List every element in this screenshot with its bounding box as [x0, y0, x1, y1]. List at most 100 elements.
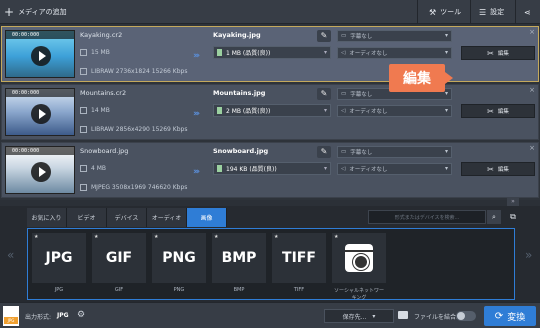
subtitle-select[interactable]: ▭ 字幕なし ▾ — [337, 30, 452, 42]
audio-select[interactable]: ◁ オーディオなし ▾ — [337, 105, 452, 117]
rename-pen-icon[interactable]: ✎ — [317, 88, 331, 100]
speaker-icon: ◁ — [341, 166, 346, 172]
convert-arrow-icon: ››› — [193, 51, 200, 61]
collapse-panel-icon[interactable]: » — [507, 198, 519, 206]
star-icon: ★ — [34, 234, 39, 240]
tab-video[interactable]: ビデオ — [67, 208, 107, 227]
chevron-down-icon: ▾ — [444, 165, 448, 172]
source-size: 14 MB — [80, 107, 110, 114]
plus-icon: + — [4, 5, 15, 19]
document-icon — [217, 49, 222, 56]
format-social[interactable]: ★ ソーシャルネットワーキング — [332, 233, 386, 301]
document-icon — [217, 165, 222, 172]
format-card: ★ BMP — [212, 233, 266, 283]
audio-select[interactable]: ◁ オーディオなし ▾ — [337, 47, 452, 59]
convert-arrow-icon: ››› — [193, 109, 200, 119]
play-icon[interactable] — [31, 104, 51, 124]
remove-file-icon[interactable]: × — [529, 144, 535, 152]
share-button[interactable]: ⋖ — [519, 3, 536, 21]
output-filename: Kayaking.jpg — [213, 31, 261, 39]
merge-files-toggle[interactable] — [456, 311, 476, 321]
chevron-down-icon: ▾ — [444, 32, 448, 39]
convert-button[interactable]: ⟳ 変換 — [484, 306, 536, 326]
tab-images[interactable]: 画像 — [187, 208, 227, 227]
format-label: JPG — [54, 287, 64, 293]
output-format-select[interactable]: 194 KB (品質(良)) ▾ — [213, 162, 331, 175]
source-size-value: 4 MB — [91, 165, 107, 172]
device-detect-icon[interactable]: ⧉ — [506, 210, 520, 224]
edit-label: 編集 — [497, 51, 509, 57]
rename-pen-icon[interactable]: ✎ — [317, 146, 331, 158]
source-info-value: LIBRAW 2736x1824 15266 Kbps — [91, 68, 188, 75]
scissors-icon: ✂ — [487, 48, 494, 58]
star-icon: ★ — [334, 234, 339, 240]
tab-favorites[interactable]: お気に入り — [27, 208, 67, 227]
remove-file-icon[interactable]: × — [529, 86, 535, 94]
format-gif[interactable]: ★ GIF GIF — [92, 233, 146, 297]
search-icon[interactable]: ⌕ — [487, 210, 501, 224]
edit-button[interactable]: ✂ 編集 — [461, 162, 535, 176]
rename-pen-icon[interactable]: ✎ — [317, 30, 331, 42]
menu-icon: ☰ — [479, 7, 487, 17]
format-tiff[interactable]: ★ TIFF TIFF — [272, 233, 326, 297]
output-format-select[interactable]: 2 MB (品質(良)) ▾ — [213, 104, 331, 117]
camera-icon — [345, 244, 373, 272]
format-search-input[interactable]: 形式またはデバイスを検索... — [368, 210, 486, 224]
source-size: 4 MB — [80, 165, 106, 172]
remove-file-icon[interactable]: × — [529, 28, 535, 36]
audio-select[interactable]: ◁ オーディオなし ▾ — [337, 163, 452, 175]
chevron-down-icon: ▾ — [323, 165, 327, 172]
output-format-select[interactable]: 1 MB (品質(良)) ▾ — [213, 46, 331, 59]
speaker-icon: ◁ — [341, 108, 346, 114]
edit-button[interactable]: ✂ 編集 — [461, 46, 535, 60]
format-bmp[interactable]: ★ BMP BMP — [212, 233, 266, 297]
tab-audio[interactable]: オーディオ — [147, 208, 187, 227]
subtitle-select[interactable]: ▭ 字幕なし ▾ — [337, 146, 452, 158]
add-media-button[interactable]: + メディアの追加 — [4, 4, 67, 20]
format-jpg[interactable]: ★ JPG JPG — [32, 233, 86, 297]
save-to-select[interactable]: 保存先... ▾ — [324, 309, 394, 323]
time-label: 00:00:000 — [6, 31, 74, 39]
scroll-right-icon[interactable]: » — [525, 248, 532, 262]
format-card: ★ PNG — [152, 233, 206, 283]
tools-button[interactable]: ⚒ ツール — [424, 3, 466, 21]
format-label: PNG — [173, 287, 185, 293]
gear-icon[interactable]: ⚙ — [77, 310, 85, 320]
play-icon[interactable] — [31, 162, 51, 182]
thumbnail[interactable]: 00:00:000 — [5, 88, 75, 136]
format-card-text: PNG — [162, 250, 196, 266]
thumbnail[interactable]: 00:00:000 — [5, 146, 75, 194]
file-row[interactable]: 00:00:000 Snowboard.jpg 4 MB MJPEG 3508x… — [1, 142, 539, 198]
settings-label: 設定 — [490, 8, 505, 16]
output-format-icon[interactable] — [3, 306, 19, 326]
folder-icon[interactable] — [398, 311, 408, 319]
edit-button[interactable]: ✂ 編集 — [461, 104, 535, 118]
convert-label: 変換 — [507, 312, 526, 323]
play-icon[interactable] — [31, 46, 51, 66]
file-icon — [80, 165, 87, 172]
format-card: ★ GIF — [92, 233, 146, 283]
format-card-text: JPG — [45, 250, 73, 266]
tools-icon: ⚒ — [429, 7, 437, 17]
source-filename: Mountains.cr2 — [80, 89, 127, 97]
source-info: MJPEG 3508x1969 746620 Kbps — [80, 184, 187, 191]
time-label: 00:00:000 — [6, 147, 74, 155]
edit-label: 編集 — [497, 167, 509, 173]
tools-label: ツール — [440, 8, 462, 16]
settings-button[interactable]: ☰ 設定 — [474, 3, 509, 21]
format-label: TIFF — [293, 287, 305, 293]
format-png[interactable]: ★ PNG PNG — [152, 233, 206, 297]
tab-devices[interactable]: デバイス — [107, 208, 147, 227]
chevron-down-icon: ▾ — [444, 90, 448, 97]
format-label: ソーシャルネットワーキング — [334, 288, 384, 301]
output-format-label: 出力形式: — [25, 314, 52, 321]
format-grid: ★ JPG JPG ★ GIF GIF ★ PNG PNG ★ BMP BMP ★ TIF… — [27, 228, 515, 301]
thumbnail[interactable]: 00:00:000 — [5, 30, 75, 78]
scroll-left-icon[interactable]: « — [7, 248, 14, 262]
subtitle-icon: ▭ — [341, 33, 347, 39]
source-size-value: 14 MB — [91, 107, 110, 114]
file-row[interactable]: 00:00:000 Mountains.cr2 14 MB LIBRAW 285… — [1, 84, 539, 140]
file-row[interactable]: 00:00:000 Kayaking.cr2 15 MB LIBRAW 2736… — [1, 26, 539, 82]
toolbar-divider — [470, 0, 471, 24]
output-format-current[interactable]: JPG — [57, 312, 69, 319]
